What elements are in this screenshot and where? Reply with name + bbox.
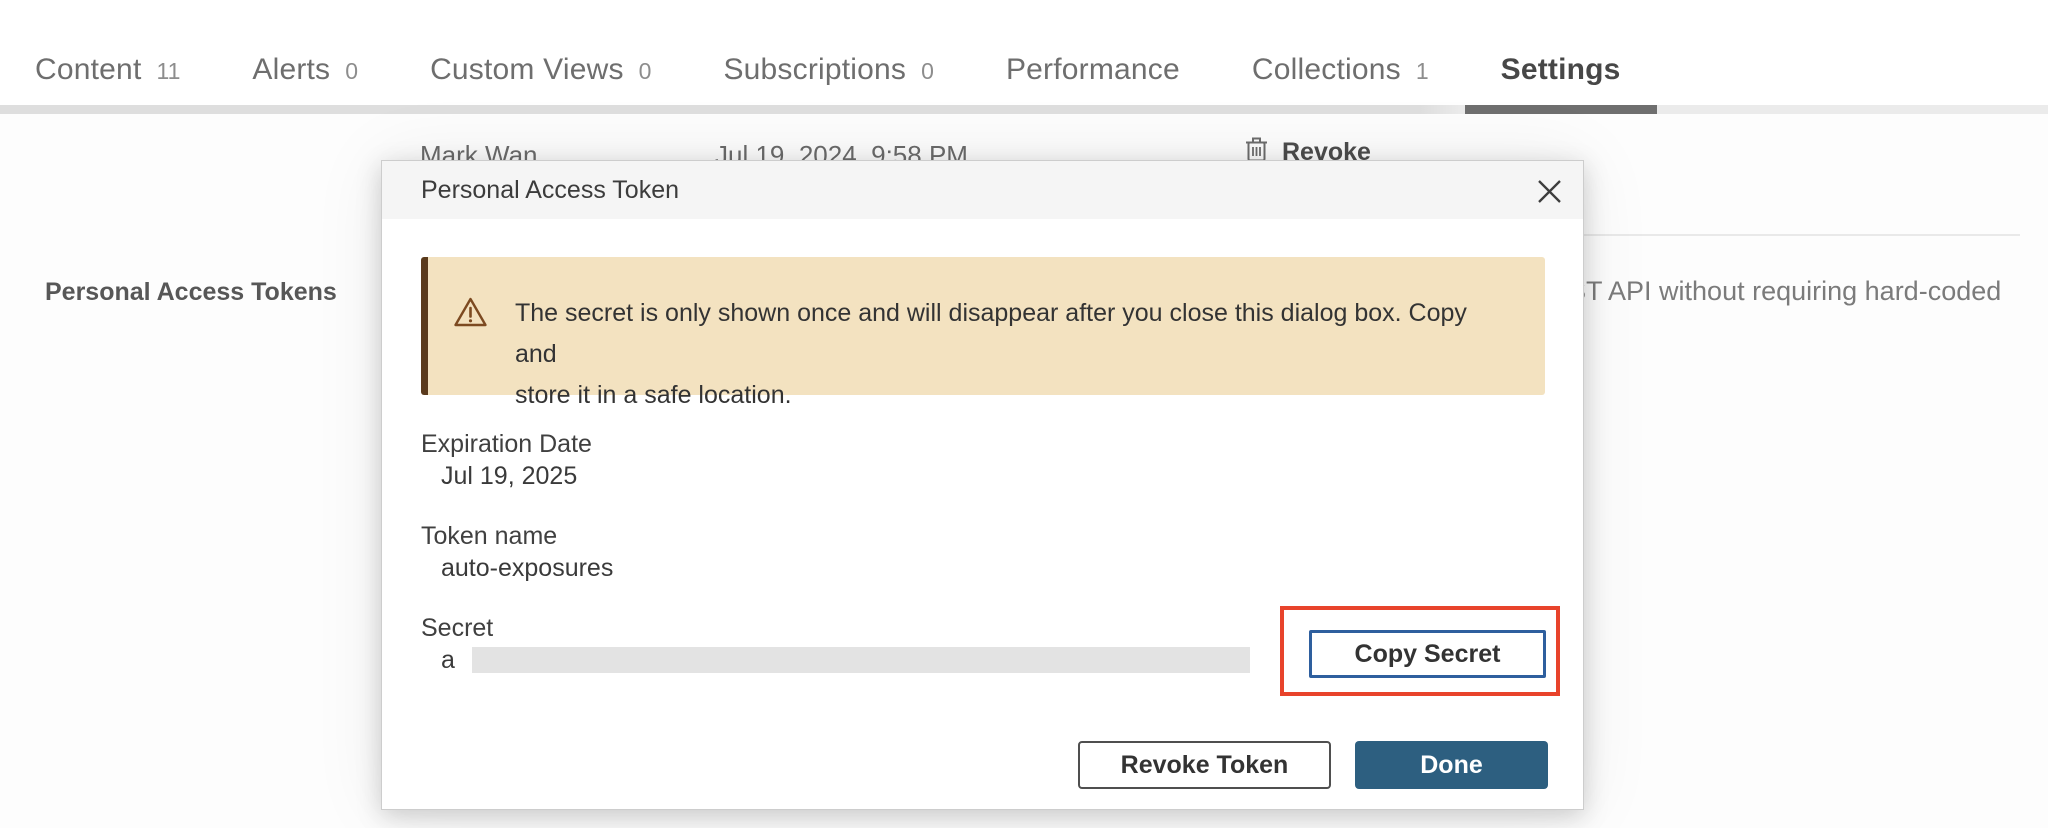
tab-label: Custom Views — [430, 53, 624, 87]
tab-count: 0 — [921, 58, 934, 85]
token-name-field: Token name auto-exposures — [421, 520, 1545, 584]
warning-triangle-icon — [453, 296, 488, 395]
dialog-header: Personal Access Token — [382, 161, 1583, 219]
tab-label: Subscriptions — [723, 53, 906, 87]
warning-message-line1: The secret is only shown once and will d… — [515, 293, 1515, 375]
token-name-label: Token name — [421, 520, 1545, 552]
tab-performance[interactable]: Performance — [970, 53, 1216, 114]
warning-message-line2: store it in a safe location. — [515, 375, 1515, 416]
tab-label: Alerts — [252, 53, 330, 87]
tab-content[interactable]: Content 11 — [35, 53, 216, 114]
tab-label: Performance — [1006, 53, 1180, 87]
secret-redacted-bar — [472, 647, 1250, 673]
expiration-date-value: Jul 19, 2025 — [421, 460, 1545, 492]
tab-count: 0 — [345, 58, 358, 85]
tab-alerts[interactable]: Alerts 0 — [216, 53, 394, 114]
tab-label: Settings — [1501, 53, 1621, 87]
tab-collections[interactable]: Collections 1 — [1216, 53, 1465, 114]
expiration-date-label: Expiration Date — [421, 428, 1545, 460]
dialog-title: Personal Access Token — [421, 161, 679, 219]
close-icon[interactable] — [1533, 175, 1565, 207]
tabs: Content 11 Alerts 0 Custom Views 0 Subsc… — [35, 0, 1657, 114]
background-description-text: ST API without requiring hard-coded — [1568, 276, 2001, 307]
expiration-date-field: Expiration Date Jul 19, 2025 — [421, 428, 1545, 492]
tab-subscriptions[interactable]: Subscriptions 0 — [687, 53, 970, 114]
tab-label: Collections — [1252, 53, 1401, 87]
warning-message: The secret is only shown once and will d… — [515, 293, 1515, 395]
section-label-personal-access-tokens: Personal Access Tokens — [45, 278, 337, 307]
tab-count: 1 — [1416, 58, 1429, 85]
secret-warning-banner: The secret is only shown once and will d… — [421, 257, 1545, 395]
tab-settings[interactable]: Settings — [1465, 53, 1657, 114]
done-button[interactable]: Done — [1355, 741, 1548, 789]
tab-custom-views[interactable]: Custom Views 0 — [394, 53, 687, 114]
tab-count: 11 — [156, 58, 180, 85]
token-name-value: auto-exposures — [421, 552, 1545, 584]
copy-secret-button[interactable]: Copy Secret — [1309, 630, 1546, 678]
personal-access-token-dialog: Personal Access Token The secret is only… — [381, 160, 1584, 810]
active-tab-indicator — [1465, 105, 1657, 114]
tab-label: Content — [35, 53, 141, 87]
tab-bar: Content 11 Alerts 0 Custom Views 0 Subsc… — [0, 0, 2048, 114]
secret-visible-character: a — [441, 644, 455, 676]
tab-count: 0 — [639, 58, 652, 85]
revoke-token-button[interactable]: Revoke Token — [1078, 741, 1331, 789]
